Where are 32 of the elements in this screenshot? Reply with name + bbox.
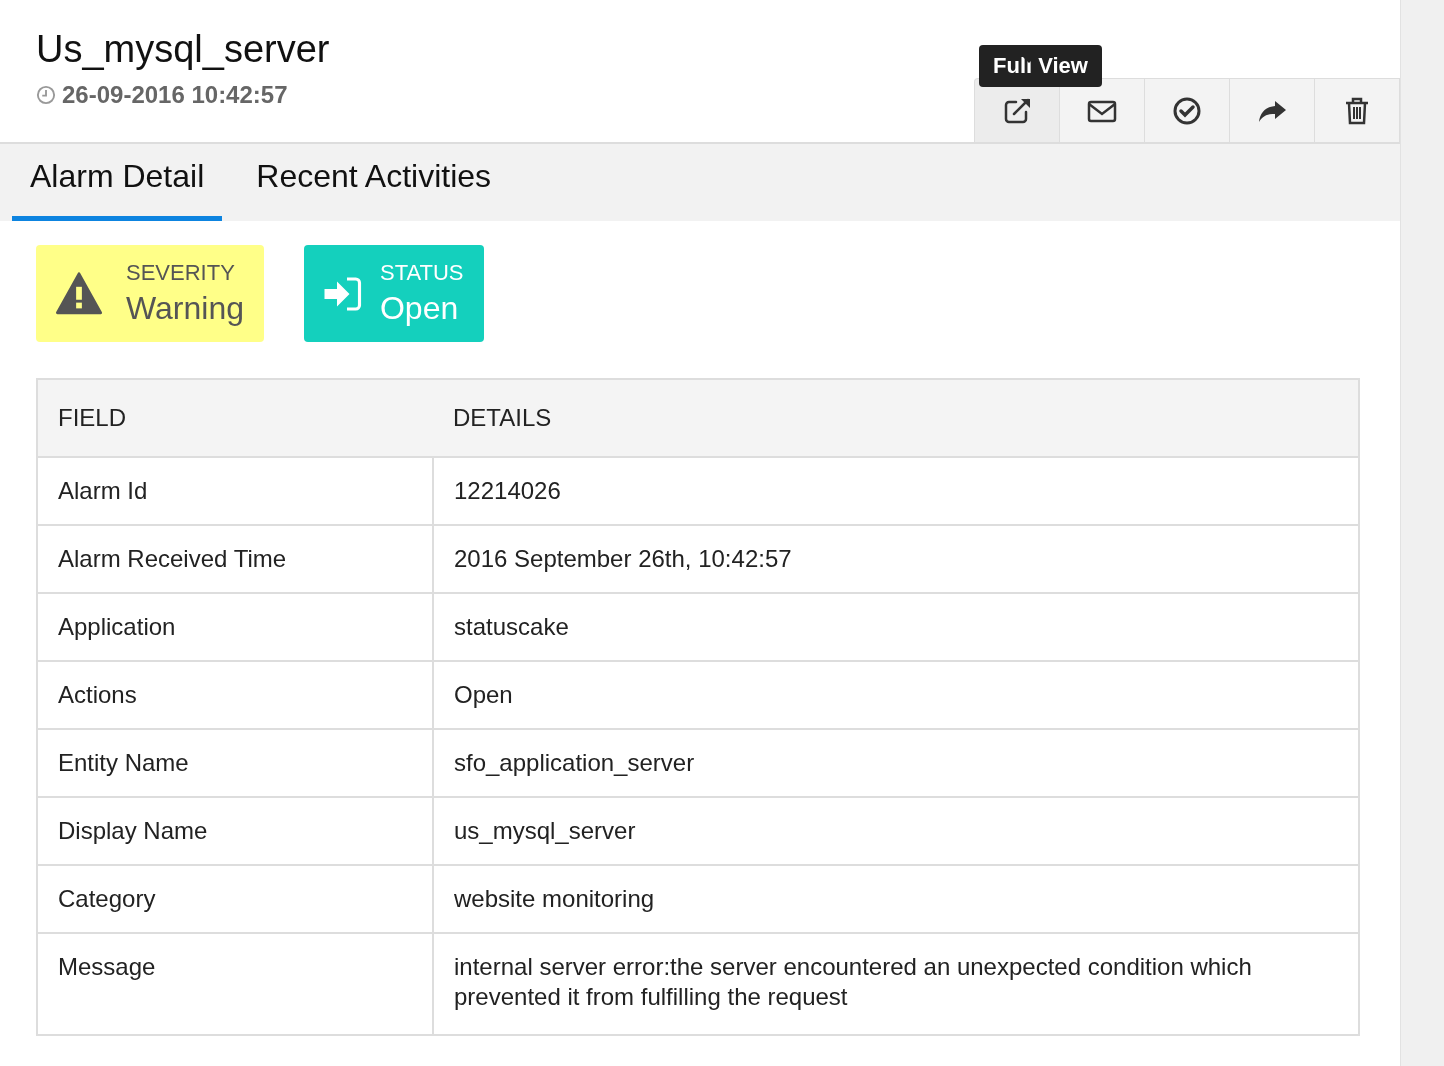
- forward-button[interactable]: [1229, 78, 1315, 142]
- table-cell: Message: [37, 933, 433, 1035]
- card-label: SEVERITY: [126, 260, 236, 286]
- column-header: DETAILS: [433, 379, 1359, 457]
- table-cell: sfo_application_server: [433, 729, 1359, 797]
- warning-icon: [56, 270, 102, 317]
- table-cell: 12214026: [433, 457, 1359, 525]
- table-cell: Application: [37, 593, 433, 661]
- table-cell: Display Name: [37, 797, 433, 865]
- table-cell: 2016 September 26th, 10:42:57: [433, 525, 1359, 593]
- email-button[interactable]: [1059, 78, 1145, 142]
- clock-icon: [36, 85, 56, 105]
- column-header: FIELD: [37, 379, 433, 457]
- table-cell: Alarm Received Time: [37, 525, 433, 593]
- card-value: Open: [379, 290, 460, 327]
- card-label: STATUS: [379, 260, 464, 286]
- table-cell: Category: [37, 865, 433, 933]
- table-cell: Actions: [37, 661, 433, 729]
- card-value: Warning: [126, 290, 244, 327]
- table-cell: us_mysql_server: [433, 797, 1359, 865]
- table-cell: internal server error:the server encountered an unexpected condition which prevented it from fulfilling the request: [433, 933, 1359, 1035]
- table-cell: Entity Name: [37, 729, 433, 797]
- table-cell: Open: [433, 661, 1359, 729]
- tab[interactable]: Alarm Detail: [12, 144, 223, 221]
- resolve-button[interactable]: [1144, 78, 1230, 142]
- table-cell: Alarm Id: [37, 457, 433, 525]
- delete-button[interactable]: [1314, 78, 1400, 142]
- timestamp: 26-09-2016 10:42:57: [62, 81, 288, 109]
- table-cell: statuscake: [433, 593, 1359, 661]
- tab[interactable]: Recent Activities: [238, 144, 510, 221]
- alarm-title: Us_mysql_server: [36, 28, 330, 71]
- table-cell: website monitoring: [433, 865, 1359, 933]
